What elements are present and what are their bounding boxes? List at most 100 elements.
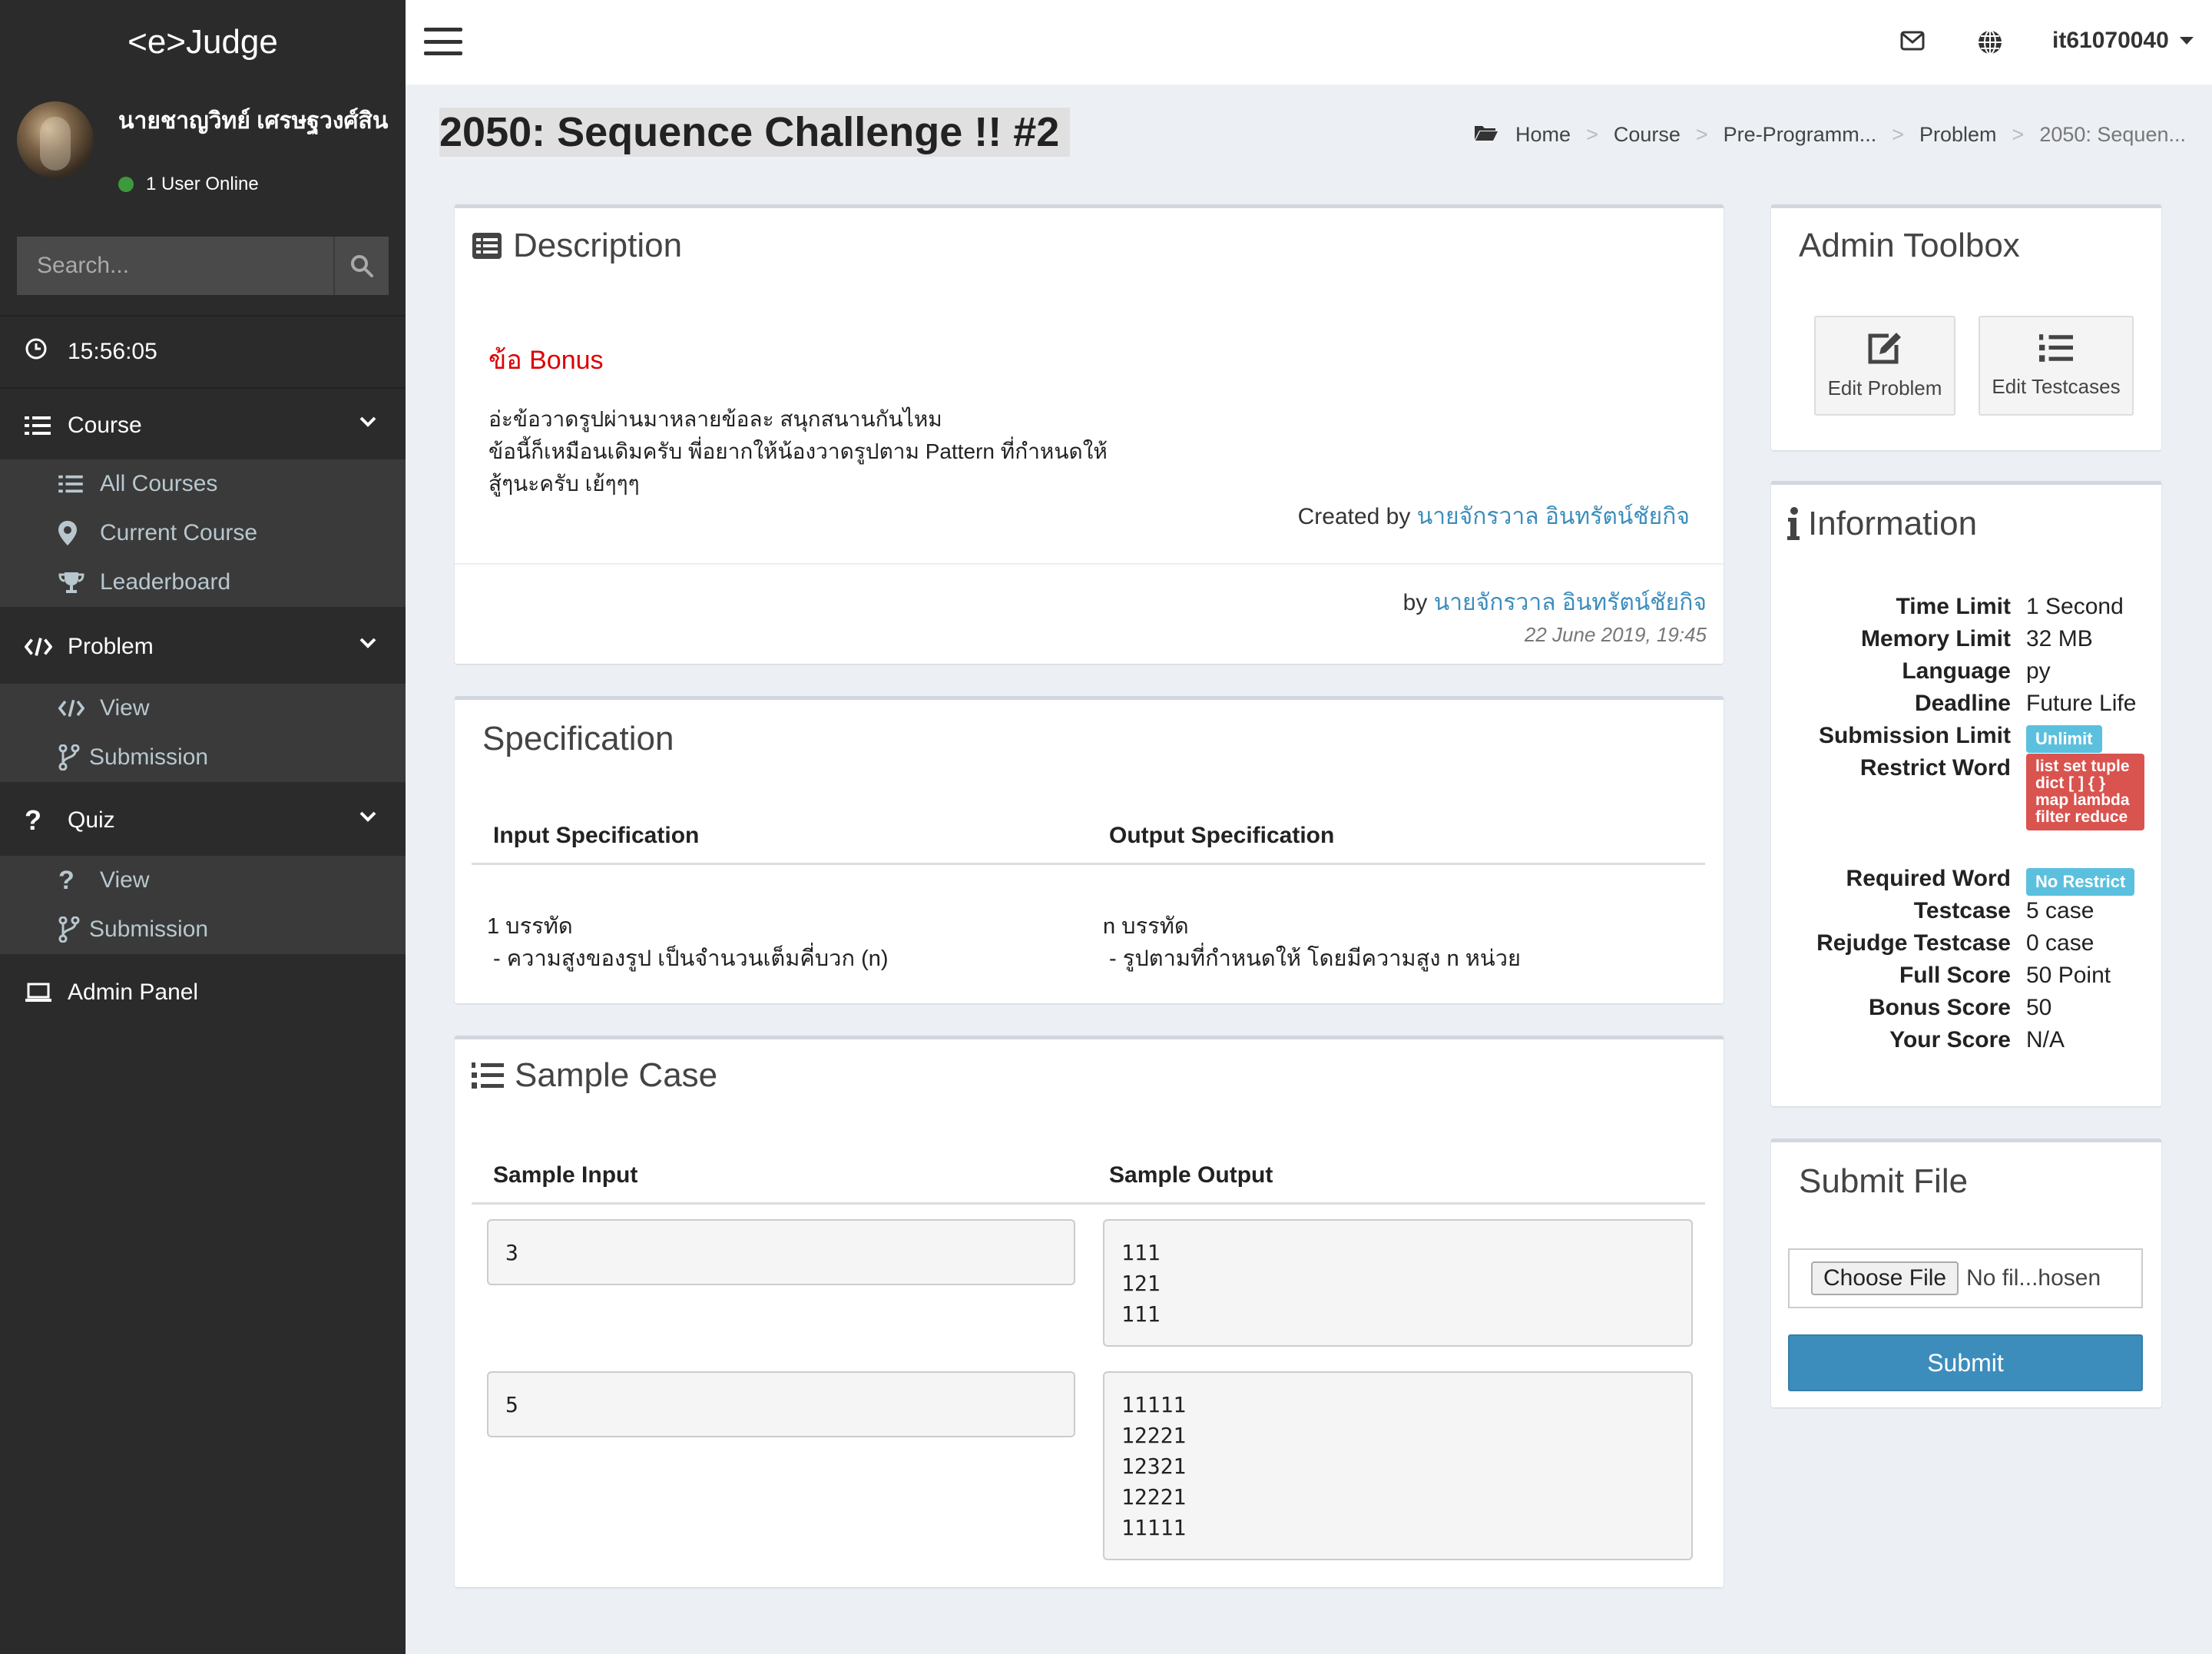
breadcrumb-course[interactable]: Course	[1614, 123, 1681, 147]
breadcrumb-current: 2050: Sequen...	[2039, 123, 2186, 146]
info-key: Testcase	[1913, 898, 2011, 923]
mail-icon[interactable]	[1900, 31, 1925, 55]
info-deadline: Deadline Future Life	[1771, 691, 2161, 723]
specification-box: Specification Input Specification Output…	[455, 696, 1724, 1003]
code-icon	[58, 698, 84, 718]
description-line: อ่ะข้อวาดรูปผ่านมาหลายข้อละ สนุกสนานกันไ…	[488, 407, 942, 431]
info-language: Language py	[1771, 658, 2161, 691]
bonus-label: ข้อ Bonus	[488, 346, 604, 375]
sidebar-item-label: Submission	[89, 916, 209, 942]
no-file-text: No fil...hosen	[1966, 1265, 2101, 1291]
info-value: 50	[2026, 995, 2052, 1020]
breadcrumb-home[interactable]: Home	[1515, 123, 1571, 147]
list-ol-icon	[2039, 333, 2073, 369]
info-rejudge-testcase: Rejudge Testcase 0 case	[1771, 930, 2161, 963]
submit-button[interactable]: Submit	[1788, 1334, 2143, 1391]
info-value: 0 case	[2026, 930, 2094, 956]
output-spec-header: Output Specification	[1109, 823, 1335, 848]
info-key: Full Score	[1899, 963, 2011, 988]
chevron-down-icon	[359, 416, 376, 427]
search-input[interactable]	[17, 237, 333, 295]
sidebar-item-quiz[interactable]: ? Quiz	[0, 787, 406, 854]
user-menu[interactable]: it61070040	[2052, 28, 2194, 54]
top-navbar: it61070040	[406, 0, 2212, 85]
laptop-icon	[25, 982, 52, 1003]
info-key: Required Word	[1846, 866, 2011, 891]
sidebar-item-label: Leaderboard	[100, 569, 231, 595]
info-bonus-score: Bonus Score 50	[1771, 995, 2161, 1027]
choose-file-button[interactable]: Choose File	[1811, 1261, 1959, 1295]
sidebar-item-admin-panel[interactable]: Admin Panel	[0, 959, 406, 1026]
input-spec-header: Input Specification	[493, 823, 700, 848]
info-key: Language	[1902, 658, 2011, 684]
question-icon: ?	[25, 804, 41, 836]
sample-output-1[interactable]: 111 121 111	[1103, 1219, 1693, 1347]
sidebar-search	[17, 237, 389, 295]
avatar	[17, 101, 94, 178]
by-author-link[interactable]: นายจักรวาล อินทรัตน์ชัยกิจ	[1434, 590, 1707, 615]
by-label: by	[1402, 590, 1428, 615]
description-line: สู้ๆนะครับ เย้ๆๆๆ	[488, 472, 640, 496]
chevron-down-icon	[359, 811, 376, 822]
sample-output-2[interactable]: 11111 12221 12321 12221 11111	[1103, 1371, 1693, 1560]
sidebar-item-course[interactable]: Course	[0, 392, 406, 459]
sidebar-item-problem-submission[interactable]: Submission	[0, 733, 406, 782]
code-icon	[25, 636, 52, 658]
menu-toggle-icon[interactable]	[424, 28, 462, 55]
sidebar-item-label: Admin Panel	[68, 979, 199, 1005]
globe-icon[interactable]	[1977, 29, 2003, 59]
sidebar-item-label: View	[100, 695, 150, 721]
caret-down-icon	[2179, 37, 2194, 45]
description-box: Description ข้อ Bonus อ่ะข้อวาดรูปผ่านมา…	[455, 204, 1724, 664]
sidebar-item-leaderboard[interactable]: Leaderboard	[0, 558, 406, 607]
user-name: นายชาญวิทย์ เศรษฐวงศ์สิน	[118, 108, 389, 134]
sidebar-item-label: Course	[68, 413, 142, 438]
breadcrumb-problem[interactable]: Problem	[1919, 123, 1997, 147]
sample-case-title-text: Sample Case	[515, 1056, 718, 1094]
sidebar-item-all-courses[interactable]: All Courses	[0, 459, 406, 509]
sample-case-title: Sample Case	[472, 1056, 717, 1095]
info-key: Your Score	[1889, 1027, 2011, 1052]
online-dot-icon	[118, 177, 134, 192]
list-icon	[25, 415, 52, 436]
information-title: Information	[1786, 505, 1977, 543]
quiz-submenu: ? View Submission	[0, 856, 406, 954]
list-ol-icon	[472, 1061, 504, 1090]
sample-output-header: Sample Output	[1109, 1162, 1273, 1188]
specification-title: Specification	[482, 720, 674, 757]
edit-testcases-label: Edit Testcases	[1992, 375, 2121, 398]
description-text: อ่ะข้อวาดรูปผ่านมาหลายข้อละ สนุกสนานกันไ…	[488, 403, 1108, 500]
sidebar-item-problem-view[interactable]: View	[0, 684, 406, 733]
chevron-down-icon	[359, 638, 376, 648]
page-title: 2050: Sequence Challenge !! #2	[439, 108, 1071, 157]
admin-toolbox-title: Admin Toolbox	[1799, 227, 2020, 264]
info-restrict-word: Restrict Word list set tuple dict [ ] { …	[1771, 754, 2161, 830]
info-key: Time Limit	[1896, 594, 2011, 619]
edit-problem-label: Edit Problem	[1827, 376, 1942, 399]
sidebar-item-quiz-submission[interactable]: Submission	[0, 905, 406, 954]
sidebar-item-quiz-view[interactable]: ? View	[0, 856, 406, 905]
info-time-limit: Time Limit 1 Second	[1771, 594, 2161, 626]
information-title-text: Information	[1808, 505, 1978, 542]
edit-testcases-button[interactable]: Edit Testcases	[1979, 316, 2134, 416]
app-logo[interactable]: <e>Judge	[0, 0, 406, 85]
trophy-icon	[58, 571, 84, 594]
info-value: 5 case	[2026, 898, 2094, 923]
author-link[interactable]: นายจักรวาล อินทรัตน์ชัยกิจ	[1417, 504, 1690, 529]
description-title: Description	[472, 227, 682, 265]
info-memory-limit: Memory Limit 32 MB	[1771, 626, 2161, 658]
search-button[interactable]	[333, 237, 389, 295]
sample-input-2[interactable]: 5	[487, 1371, 1075, 1437]
info-key: Restrict Word	[1859, 755, 2011, 781]
info-value: 32 MB	[2026, 626, 2093, 651]
output-spec-text: n บรรทัด - รูปตามที่กำหนดให้ โดยมีความสู…	[1103, 914, 1521, 971]
edit-problem-button[interactable]: Edit Problem	[1814, 316, 1955, 416]
info-submission-limit: Submission Limit Unlimit	[1771, 723, 2161, 755]
unlimit-badge: Unlimit	[2026, 725, 2102, 753]
sidebar-item-problem[interactable]: Problem	[0, 613, 406, 681]
sample-input-1[interactable]: 3	[487, 1219, 1075, 1285]
edit-icon	[1866, 331, 1904, 370]
breadcrumb-pre-programming[interactable]: Pre-Programm...	[1724, 123, 1877, 147]
problem-submenu: View Submission	[0, 684, 406, 782]
sidebar-item-current-course[interactable]: Current Course	[0, 509, 406, 558]
